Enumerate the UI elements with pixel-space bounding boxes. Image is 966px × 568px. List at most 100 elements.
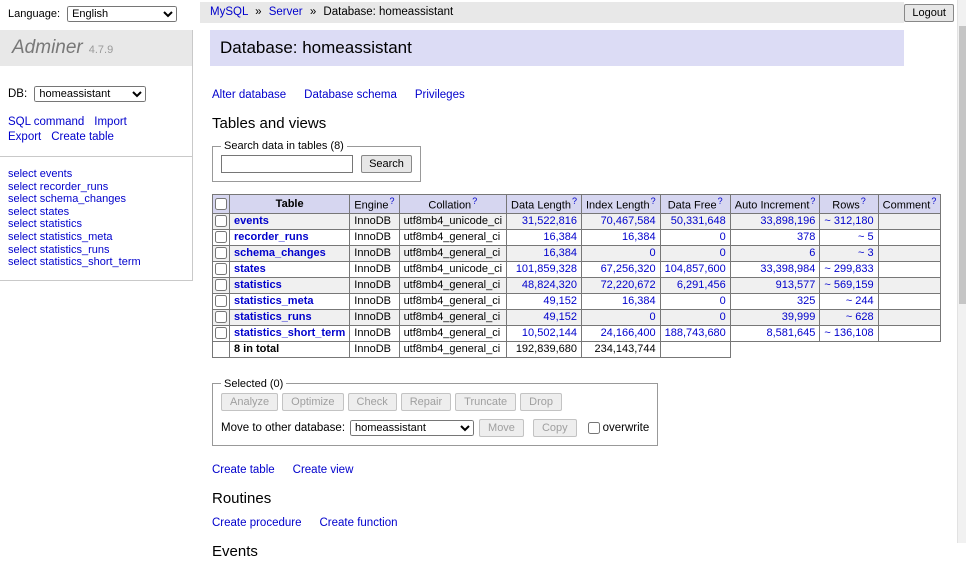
scrollbar-thumb[interactable] (959, 26, 966, 304)
main-content: Database: homeassistant Alter database Da… (210, 30, 904, 568)
help-link[interactable]: ? (931, 196, 936, 206)
routines-links: Create procedure Create function (212, 515, 904, 529)
table-link-events[interactable]: events (234, 215, 269, 227)
language-bar: Language: English (0, 0, 200, 28)
action-link-privileges[interactable]: Privileges (415, 89, 465, 101)
move-label: Move to other database: (221, 422, 345, 434)
sidebar-link-export[interactable]: Export (8, 131, 41, 143)
table-link-schema-changes[interactable]: schema_changes (234, 247, 326, 259)
table-link-statistics[interactable]: statistics (234, 279, 282, 291)
db-label: DB: (8, 88, 27, 100)
table-link-states[interactable]: states (234, 263, 266, 275)
sidebar-menu: SQL command Import Export Create table (0, 114, 192, 157)
logout-button[interactable]: Logout (904, 4, 954, 22)
cell-data-free: 0 (660, 293, 730, 309)
action-link-database-schema[interactable]: Database schema (304, 89, 397, 101)
link-create-procedure[interactable]: Create procedure (212, 517, 302, 529)
sidebar-table-links: select eventsselect recorder_runsselect … (0, 157, 192, 281)
link-create-function[interactable]: Create function (320, 517, 398, 529)
page-title: Database: homeassistant (210, 30, 904, 66)
help-link[interactable]: ? (390, 196, 395, 206)
help-link[interactable]: ? (718, 196, 723, 206)
table-link-recorder-runs[interactable]: recorder_runs (234, 231, 309, 243)
vertical-scrollbar[interactable] (957, 0, 966, 543)
help-link[interactable]: ? (572, 196, 577, 206)
help-link[interactable]: ? (810, 196, 815, 206)
cell-rows: ~ 136,108 (820, 325, 878, 341)
db-select[interactable]: homeassistant (34, 86, 146, 102)
collation-cell: utf8mb4_general_ci (399, 229, 506, 245)
sidebar-link-import[interactable]: Import (94, 116, 127, 128)
events-heading: Events (212, 543, 904, 560)
engine-cell: InnoDB (350, 213, 399, 229)
rows-count-link[interactable]: ~ 244 (846, 295, 874, 307)
total-data-free-cell (660, 341, 730, 357)
table-link-statistics-meta[interactable]: statistics_meta (234, 295, 314, 307)
routines-heading: Routines (212, 490, 904, 507)
row-checkbox[interactable] (215, 263, 227, 275)
sidebar-link-create-table[interactable]: Create table (51, 131, 114, 143)
app-title: Adminer4.7.9 (0, 30, 192, 66)
sidebar-select-statistics-meta[interactable]: select statistics_meta (8, 231, 184, 244)
row-checkbox[interactable] (215, 247, 227, 259)
sidebar-select-statistics[interactable]: select statistics (8, 218, 184, 231)
link-create-table[interactable]: Create table (212, 464, 275, 476)
cell-rows: ~ 312,180 (820, 213, 878, 229)
cell-auto-increment: 39,999 (730, 309, 820, 325)
row-checkbox[interactable] (215, 279, 227, 291)
rows-count-link[interactable]: ~ 299,833 (824, 263, 873, 275)
sidebar-select-statistics-runs[interactable]: select statistics_runs (8, 244, 184, 257)
sidebar-select-events[interactable]: select events (8, 168, 184, 181)
cell-data-free: 188,743,680 (660, 325, 730, 341)
rows-count-link[interactable]: ~ 3 (858, 247, 874, 259)
action-link-alter-database[interactable]: Alter database (212, 89, 286, 101)
cell-auto-increment: 33,398,984 (730, 261, 820, 277)
cell-index-length: 24,166,400 (581, 325, 660, 341)
sidebar-menu-row-2: Export Create table (8, 129, 184, 144)
table-link-statistics-runs[interactable]: statistics_runs (234, 311, 312, 323)
search-button[interactable]: Search (361, 155, 412, 173)
select-all-checkbox[interactable] (215, 198, 227, 210)
breadcrumb-server[interactable]: Server (269, 6, 303, 18)
collation-cell: utf8mb4_unicode_ci (399, 213, 506, 229)
link-create-view[interactable]: Create view (293, 464, 354, 476)
sidebar-select-recorder-runs[interactable]: select recorder_runs (8, 181, 184, 194)
db-action-links: Alter database Database schema Privileges (212, 87, 904, 101)
sidebar-select-statistics-short-term[interactable]: select statistics_short_term (8, 256, 184, 269)
table-row: statesInnoDButf8mb4_unicode_ci101,859,32… (213, 261, 941, 277)
move-db-select[interactable]: homeassistant (350, 420, 474, 436)
row-checkbox[interactable] (215, 295, 227, 307)
breadcrumb-separator: » (255, 6, 261, 18)
table-header-row: TableEngine?Collation?Data Length?Index … (213, 195, 941, 214)
cell-data-length: 31,522,816 (507, 213, 582, 229)
row-checkbox[interactable] (215, 311, 227, 323)
breadcrumb-mysql[interactable]: MySQL (210, 6, 248, 18)
sidebar-link-sql-command[interactable]: SQL command (8, 116, 84, 128)
cell-rows: ~ 569,159 (820, 277, 878, 293)
rows-count-link[interactable]: ~ 5 (858, 231, 874, 243)
sidebar-select-states[interactable]: select states (8, 206, 184, 219)
rows-count-link[interactable]: ~ 628 (846, 311, 874, 323)
rows-count-link[interactable]: ~ 136,108 (824, 327, 873, 339)
overwrite-checkbox[interactable] (588, 422, 600, 434)
cell-data-length: 16,384 (507, 229, 582, 245)
rows-count-link[interactable]: ~ 312,180 (824, 215, 873, 227)
column-header-rows: Rows? (820, 195, 878, 214)
language-select[interactable]: English (67, 6, 177, 22)
move-button: Move (479, 419, 524, 437)
engine-cell: InnoDB (350, 309, 399, 325)
rows-count-link[interactable]: ~ 569,159 (824, 279, 873, 291)
help-link[interactable]: ? (651, 196, 656, 206)
help-link[interactable]: ? (861, 196, 866, 206)
search-input[interactable] (221, 155, 353, 173)
row-checkbox[interactable] (215, 231, 227, 243)
sidebar-select-schema-changes[interactable]: select schema_changes (8, 193, 184, 206)
table-link-statistics-short-term[interactable]: statistics_short_term (234, 327, 345, 339)
table-row: recorder_runsInnoDButf8mb4_general_ci16,… (213, 229, 941, 245)
table-row: statistics_short_termInnoDButf8mb4_gener… (213, 325, 941, 341)
cell-data-length: 101,859,328 (507, 261, 582, 277)
search-fieldset: Search data in tables (8) Search (212, 140, 421, 182)
row-checkbox[interactable] (215, 327, 227, 339)
help-link[interactable]: ? (472, 196, 477, 206)
row-checkbox[interactable] (215, 215, 227, 227)
